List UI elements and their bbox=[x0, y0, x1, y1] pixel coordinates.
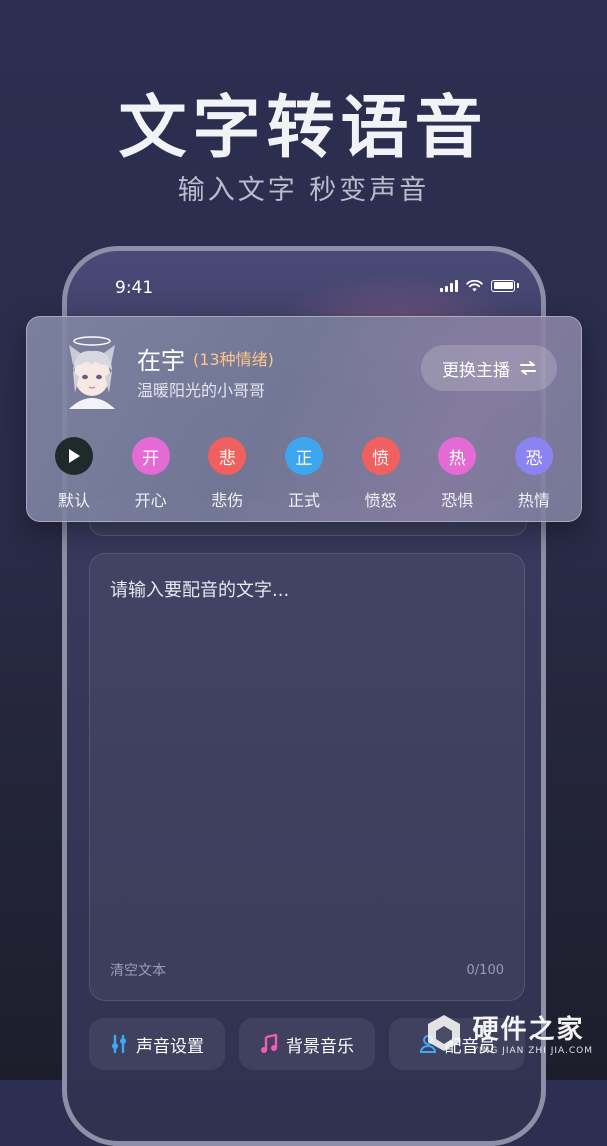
emotion-list: 默认 开 开心 悲 悲伤 正 正式 愤 愤怒 热 恐惧 恐 热情 bbox=[43, 437, 565, 511]
emotion-passion[interactable]: 恐 热情 bbox=[503, 437, 565, 511]
voice-settings-button[interactable]: 声音设置 bbox=[89, 1018, 225, 1070]
status-icons bbox=[440, 279, 519, 292]
music-note-icon bbox=[261, 1034, 278, 1053]
emotion-fear-circle: 热 bbox=[438, 437, 477, 475]
signal-icon bbox=[440, 279, 458, 292]
watermark-logo-icon bbox=[428, 1014, 461, 1051]
emotion-happy[interactable]: 开 开心 bbox=[120, 437, 182, 511]
emotion-default[interactable]: 默认 bbox=[43, 437, 105, 511]
play-icon bbox=[69, 449, 80, 463]
emotion-label: 愤怒 bbox=[364, 491, 397, 510]
emotion-label: 默认 bbox=[57, 491, 90, 510]
anchor-name: 在宇 bbox=[137, 347, 185, 375]
background-music-button[interactable]: 背景音乐 bbox=[239, 1018, 375, 1070]
emotion-count: (13种情绪) bbox=[193, 350, 274, 369]
emotion-label: 正式 bbox=[287, 491, 320, 510]
text-placeholder[interactable]: 请输入要配音的文字... bbox=[110, 576, 289, 602]
sliders-icon bbox=[112, 1034, 126, 1054]
text-input-area[interactable]: 请输入要配音的文字... 清空文本 0/100 bbox=[89, 553, 525, 1001]
anchor-description: 温暖阳光的小哥哥 bbox=[137, 381, 266, 400]
emotion-label: 开心 bbox=[134, 491, 167, 510]
emotion-formal-circle: 正 bbox=[284, 437, 323, 475]
switch-anchor-label: 更换主播 bbox=[442, 360, 510, 381]
background-music-label: 背景音乐 bbox=[286, 1036, 354, 1057]
swap-arrows-icon bbox=[520, 361, 536, 375]
emotion-angry[interactable]: 愤 愤怒 bbox=[350, 437, 412, 511]
emotion-sad[interactable]: 悲 悲伤 bbox=[196, 437, 258, 511]
anchor-avatar[interactable] bbox=[51, 331, 133, 413]
battery-icon bbox=[491, 279, 515, 292]
emotion-default-circle bbox=[55, 437, 93, 475]
char-count: 0/100 bbox=[466, 963, 504, 978]
emotion-happy-circle: 开 bbox=[131, 437, 170, 475]
switch-anchor-button[interactable]: 更换主播 bbox=[421, 345, 557, 391]
wifi-icon bbox=[466, 279, 483, 291]
hero-title: 文字转语音 bbox=[118, 89, 489, 168]
clear-text-button[interactable]: 清空文本 bbox=[110, 960, 166, 980]
watermark: 硬件之家 YING JIAN ZHI JIA.COM bbox=[424, 1009, 593, 1056]
voice-anchor-card: 在宇 (13种情绪) 温暖阳光的小哥哥 更换主播 默认 开 开心 悲 悲伤 正 … bbox=[26, 316, 582, 522]
emotion-sad-circle: 悲 bbox=[208, 437, 247, 475]
emotion-passion-circle: 恐 bbox=[514, 437, 553, 475]
emotion-label: 悲伤 bbox=[211, 491, 244, 510]
status-time: 9:41 bbox=[115, 278, 154, 298]
emotion-label: 热情 bbox=[517, 491, 550, 510]
emotion-angry-circle: 愤 bbox=[361, 437, 400, 475]
emotion-label: 恐惧 bbox=[441, 491, 474, 510]
emotion-fear[interactable]: 热 恐惧 bbox=[426, 437, 488, 511]
watermark-subtitle: YING JIAN ZHI JIA.COM bbox=[472, 1046, 593, 1056]
hero-subtitle: 输入文字 秒变声音 bbox=[177, 175, 430, 206]
voice-settings-label: 声音设置 bbox=[136, 1036, 204, 1057]
emotion-formal[interactable]: 正 正式 bbox=[273, 437, 335, 511]
watermark-title: 硬件之家 bbox=[472, 1015, 585, 1045]
